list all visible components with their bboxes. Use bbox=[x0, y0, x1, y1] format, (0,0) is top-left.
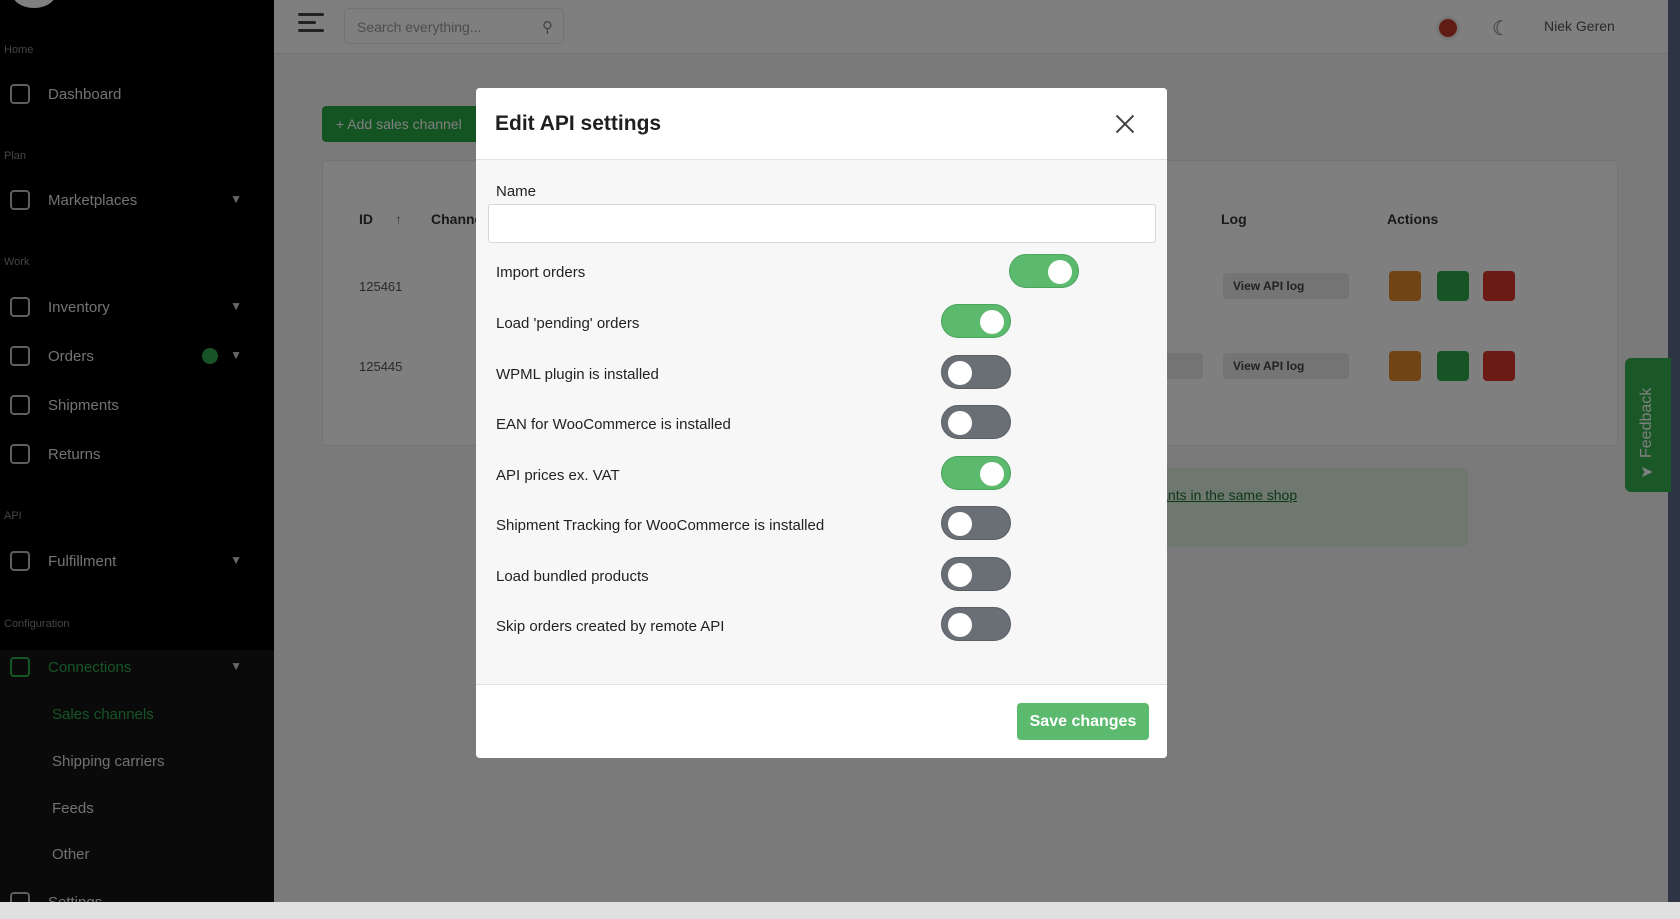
setting-label-import-orders: Import orders bbox=[496, 264, 586, 281]
toggle-knob bbox=[948, 512, 972, 536]
setting-label-wpml: WPML plugin is installed bbox=[496, 366, 659, 383]
setting-label-api-prices: API prices ex. VAT bbox=[496, 467, 620, 484]
bottom-bar bbox=[0, 902, 1680, 919]
setting-label-shipment-tracking: Shipment Tracking for WooCommerce is ins… bbox=[496, 517, 825, 534]
name-input[interactable] bbox=[488, 204, 1156, 243]
modal-header: Edit API settings bbox=[476, 88, 1167, 160]
skip-remote-api-orders-toggle[interactable] bbox=[941, 607, 1011, 641]
api-prices-ex-vat-toggle[interactable] bbox=[941, 456, 1011, 490]
ean-woocommerce-toggle[interactable] bbox=[941, 405, 1011, 439]
setting-label-bundled-products: Load bundled products bbox=[496, 568, 649, 585]
toggle-knob bbox=[948, 361, 972, 385]
toggle-knob bbox=[1048, 260, 1072, 284]
name-label: Name bbox=[496, 183, 537, 200]
load-pending-orders-toggle[interactable] bbox=[941, 304, 1011, 338]
toggle-knob bbox=[980, 310, 1004, 334]
setting-label-skip-remote: Skip orders created by remote API bbox=[496, 618, 725, 635]
shipment-tracking-toggle[interactable] bbox=[941, 506, 1011, 540]
setting-label-load-pending: Load 'pending' orders bbox=[496, 315, 640, 332]
toggle-knob bbox=[980, 462, 1004, 486]
modal-title: Edit API settings bbox=[495, 112, 662, 135]
modal-body: Name Import orders Load 'pending' orders… bbox=[476, 160, 1167, 685]
save-changes-button[interactable]: Save changes bbox=[1017, 703, 1149, 740]
wpml-plugin-toggle[interactable] bbox=[941, 355, 1011, 389]
load-bundled-products-toggle[interactable] bbox=[941, 557, 1011, 591]
setting-label-ean: EAN for WooCommerce is installed bbox=[496, 416, 731, 433]
import-orders-toggle[interactable] bbox=[1009, 254, 1079, 288]
toggle-knob bbox=[948, 563, 972, 587]
close-icon[interactable] bbox=[1109, 108, 1141, 140]
edit-api-settings-modal: Edit API settings Name Import orders Loa… bbox=[476, 88, 1167, 758]
modal-footer: Save changes bbox=[476, 685, 1167, 758]
toggle-knob bbox=[948, 613, 972, 637]
toggle-knob bbox=[948, 411, 972, 435]
